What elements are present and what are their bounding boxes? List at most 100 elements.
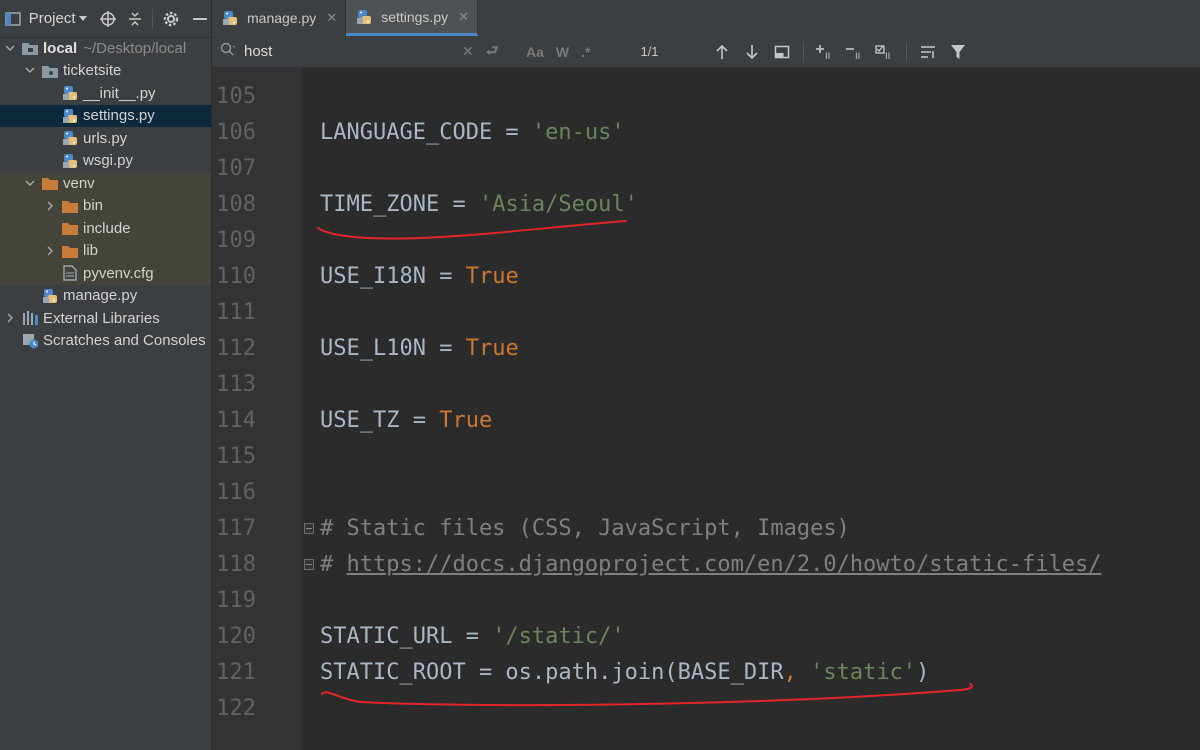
tree-item-label: __init__.py [83,84,156,102]
python-file-icon [62,130,78,146]
tree-item-label: venv [63,174,95,192]
tree-item-label: bin [83,197,104,215]
fold-marker-icon[interactable] [304,558,314,570]
tab-settings-py[interactable]: settings.py ✕ [346,0,479,36]
code-line[interactable]: 110 USE_I18N = True [212,258,1200,294]
line-number: 108 [216,191,256,217]
tree-item[interactable]: wsgi.py [0,150,211,173]
multiline-icon[interactable]: ⮐ [486,40,499,64]
close-icon[interactable]: ✕ [458,9,469,25]
code-token: STATIC_ROOT = os.path.join(BASE_DIR [320,659,784,685]
tree-item[interactable]: lib [0,239,211,262]
show-in-popup-icon[interactable] [767,45,797,59]
code-line[interactable]: 106 LANGUAGE_CODE = 'en-us' [212,114,1200,150]
code-line[interactable]: 118 # https://docs.djangoproject.com/en/2… [212,546,1200,582]
collapse-all-icon[interactable] [124,7,147,31]
chevron-down-icon[interactable] [24,65,36,77]
tree-item[interactable]: urls.py [0,127,211,150]
code-token: STATIC_URL = [320,623,493,649]
line-number: 110 [216,263,256,289]
code-text: USE_TZ = True [320,408,492,433]
code-line[interactable]: 111 [212,294,1200,330]
tree-item[interactable]: settings.py [0,104,211,127]
tree-item[interactable]: Scratches and Consoles [0,330,211,353]
code-token: TIME_ZONE = [320,191,479,217]
code-token: ) [916,659,930,685]
code-line[interactable]: 119 [212,582,1200,618]
line-number: 111 [216,299,256,325]
tree-item-label: include [83,219,131,237]
arrow-up-icon[interactable] [707,44,737,60]
close-icon[interactable]: ✕ [326,10,337,26]
tree-item[interactable]: local ~/Desktop/local [0,37,211,60]
code-line[interactable]: 113 [212,366,1200,402]
remove-occurrence-icon[interactable]: II [840,44,870,60]
project-toolbar: Project [0,0,211,38]
code-line[interactable]: 121 STATIC_ROOT = os.path.join(BASE_DIR, … [212,654,1200,690]
chevron-down-icon[interactable] [4,42,16,54]
tree-item[interactable]: manage.py [0,285,211,308]
filter-options-icon[interactable] [913,45,943,59]
tree-item[interactable]: External Libraries [0,307,211,330]
project-view-dropdown[interactable]: Project [29,10,76,27]
line-number: 114 [216,407,256,433]
code-token: True [465,263,519,289]
chevron-right-icon[interactable] [4,312,16,324]
filter-icon[interactable] [943,44,973,59]
code-line[interactable]: 112 USE_L10N = True [212,330,1200,366]
code-token: True [439,407,493,433]
code-line[interactable]: 115 [212,438,1200,474]
select-all-occurrences-icon[interactable]: II [870,44,900,60]
code-editor[interactable]: 105 106 LANGUAGE_CODE = 'en-us' 107 108 TIME_… [212,68,1200,750]
line-number: 113 [216,371,256,397]
chevron-down-icon[interactable] [77,7,88,31]
tree-item-label: manage.py [63,287,138,305]
chevron-right-icon[interactable] [44,245,56,257]
code-line[interactable]: 114 USE_TZ = True [212,402,1200,438]
fold-marker-icon[interactable] [304,522,314,534]
add-occurrence-icon[interactable]: II [810,44,840,60]
hide-panel-icon[interactable] [188,7,211,31]
project-tree: local ~/Desktop/local ticketsite __init__.p… [0,37,211,352]
line-number: 117 [216,515,256,541]
regex-toggle[interactable]: .* [581,44,590,60]
code-link[interactable]: https://docs.djangoproject.com/en/2.0/ho… [347,552,1102,577]
search-input[interactable] [242,42,456,61]
code-token: USE_I18N = [320,263,466,289]
project-view-icon[interactable] [2,7,25,31]
tree-item[interactable]: pyvenv.cfg [0,262,211,285]
tree-item[interactable]: ticketsite [0,60,211,83]
tree-item[interactable]: __init__.py [0,82,211,105]
chevron-right-icon[interactable] [44,200,56,212]
code-line[interactable]: 116 [212,474,1200,510]
arrow-down-icon[interactable] [737,44,767,60]
search-icon[interactable] [220,42,236,61]
tree-item-label: External Libraries [43,309,160,327]
text-file-icon [62,265,78,281]
python-file-icon [222,10,238,26]
locate-icon[interactable] [97,7,120,31]
gear-icon[interactable] [159,7,182,31]
code-line[interactable]: 122 [212,690,1200,726]
code-line[interactable]: 120 STATIC_URL = '/static/' [212,618,1200,654]
folder-icon [42,175,58,191]
code-line[interactable]: 109 [212,222,1200,258]
code-line[interactable]: 117 # Static files (CSS, JavaScript, Imag… [212,510,1200,546]
code-text: USE_L10N = True [320,336,519,361]
whole-words-toggle[interactable]: W [556,44,569,60]
clear-search-icon[interactable]: ✕ [462,43,474,60]
tab-manage-py[interactable]: manage.py ✕ [212,0,347,36]
code-line[interactable]: 105 [212,78,1200,114]
tree-item[interactable]: bin [0,194,211,217]
tree-item[interactable]: venv [0,172,211,195]
code-line[interactable]: 107 [212,150,1200,186]
chevron-down-icon[interactable] [24,177,36,189]
match-case-toggle[interactable]: Aa [526,44,544,60]
tree-item[interactable]: include [0,217,211,240]
code-text: LANGUAGE_CODE = 'en-us' [320,120,625,145]
tree-item-label: local [43,39,78,57]
code-line[interactable]: 108 TIME_ZONE = 'Asia/Seoul' [212,186,1200,222]
